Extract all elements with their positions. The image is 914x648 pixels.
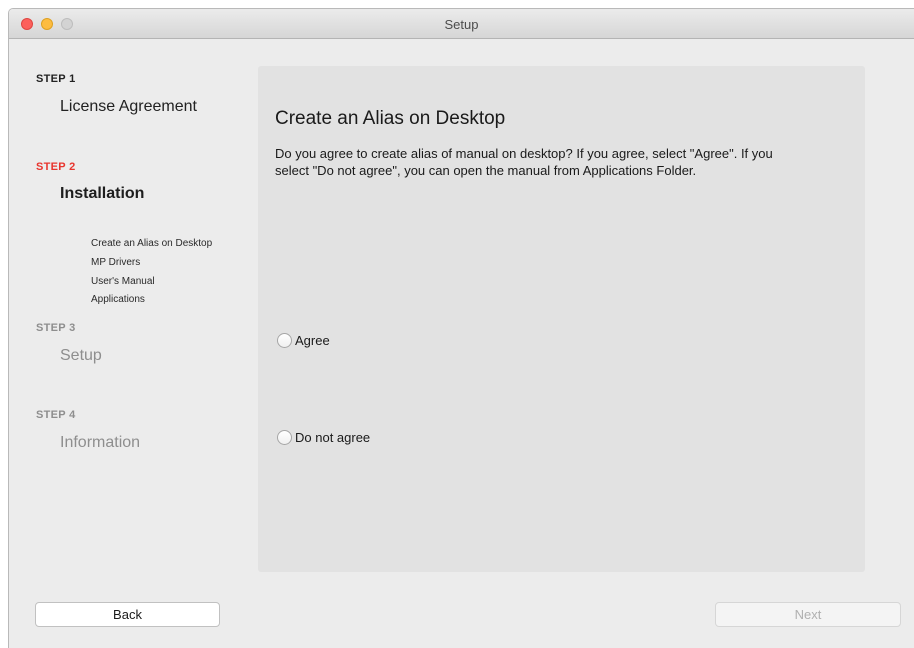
step-3-label: STEP 3: [36, 322, 76, 334]
step-4-label: STEP 4: [36, 409, 76, 421]
agree-radio-label[interactable]: Agree: [295, 333, 330, 348]
title-bar[interactable]: Setup: [9, 9, 914, 39]
content-panel: Create an Alias on Desktop Do you agree …: [258, 66, 865, 572]
page-description: Do you agree to create alias of manual o…: [275, 146, 773, 178]
step-2-title: Installation: [60, 185, 145, 202]
substep-mp-drivers: MP Drivers: [91, 257, 141, 268]
do-not-agree-radio[interactable]: [277, 430, 292, 445]
do-not-agree-option[interactable]: Do not agree: [277, 430, 370, 445]
do-not-agree-radio-label[interactable]: Do not agree: [295, 430, 370, 445]
window-title: Setup: [444, 17, 479, 32]
next-button[interactable]: Next: [715, 602, 901, 627]
agree-radio[interactable]: [277, 333, 292, 348]
substep-applications: Applications: [91, 294, 145, 305]
substep-create-alias: Create an Alias on Desktop: [91, 238, 213, 249]
step-1-title: License Agreement: [60, 98, 197, 115]
step-3-title: Setup: [60, 347, 102, 364]
step-2-label: STEP 2: [36, 161, 76, 173]
page-heading: Create an Alias on Desktop: [275, 108, 506, 129]
step-4-title: Information: [60, 434, 141, 451]
back-button[interactable]: Back: [35, 602, 220, 627]
agree-option[interactable]: Agree: [277, 333, 330, 348]
setup-window: Setup STEP 1 License Agreement STEP 2 In…: [8, 8, 914, 648]
substep-users-manual: User's Manual: [91, 276, 155, 287]
step-sidebar: STEP 1 License Agreement STEP 2 Installa…: [9, 39, 257, 579]
step-1-label: STEP 1: [36, 73, 76, 85]
